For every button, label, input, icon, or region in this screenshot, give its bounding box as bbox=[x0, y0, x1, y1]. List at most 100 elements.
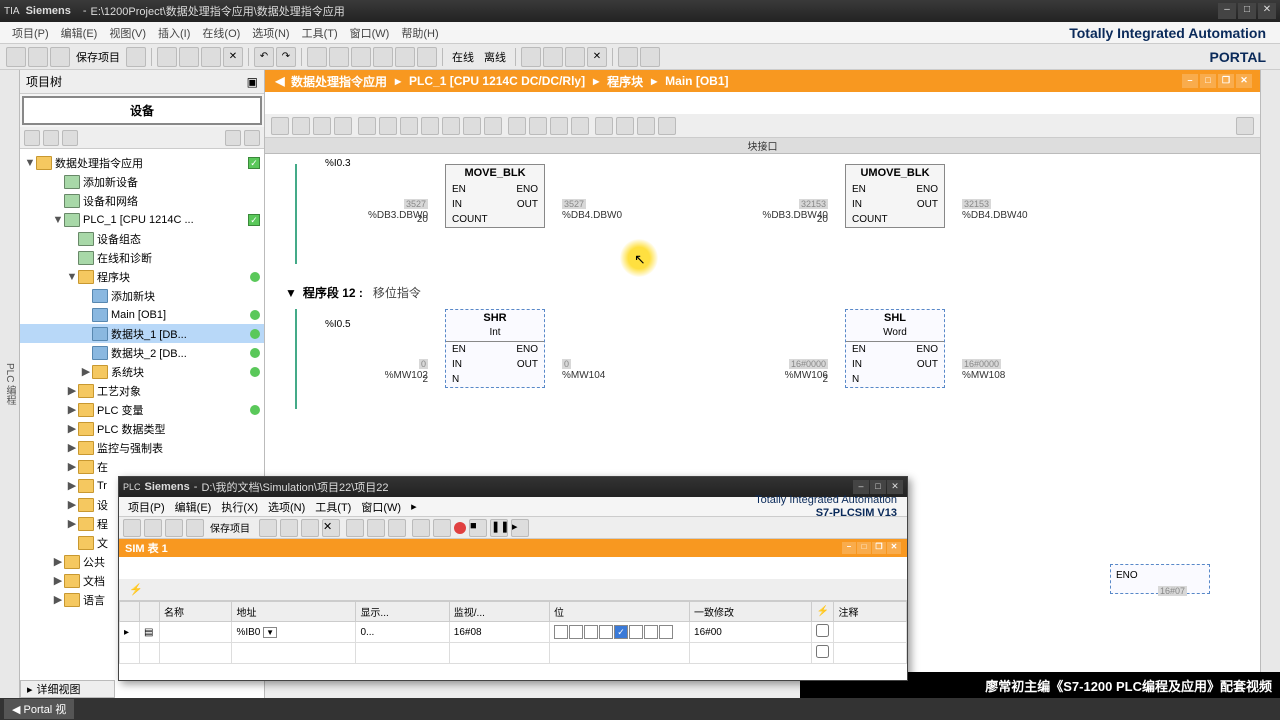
tree-item[interactable]: Main [OB1] bbox=[20, 305, 264, 324]
tree-item[interactable]: 设备和网络 bbox=[20, 191, 264, 210]
bit-toggle[interactable] bbox=[614, 625, 628, 639]
sim-tb-1[interactable] bbox=[123, 519, 141, 537]
online-label[interactable]: 在线 bbox=[448, 49, 478, 65]
bit-toggle[interactable] bbox=[554, 625, 568, 639]
download-button[interactable] bbox=[307, 47, 327, 67]
ed-tb-13[interactable] bbox=[529, 117, 547, 135]
sim-menu-more[interactable]: ▸ bbox=[406, 500, 422, 513]
menu-project[interactable]: 项目(P) bbox=[6, 25, 55, 41]
tree-tb-2[interactable] bbox=[43, 130, 59, 146]
ed-tb-6[interactable] bbox=[379, 117, 397, 135]
portal-switch[interactable]: ◀ Portal 视 bbox=[4, 699, 74, 719]
sim-tb-step[interactable]: ▸ bbox=[511, 519, 529, 537]
sim-tab-max[interactable]: □ bbox=[857, 542, 871, 554]
editor-maximize[interactable]: □ bbox=[1200, 74, 1216, 88]
minimize-button[interactable]: – bbox=[1218, 3, 1236, 19]
sim-tb-5[interactable] bbox=[346, 519, 364, 537]
maximize-button[interactable]: □ bbox=[1238, 3, 1256, 19]
tb-btn-10[interactable] bbox=[640, 47, 660, 67]
sim-tb-cut[interactable] bbox=[259, 519, 277, 537]
tree-tb-5[interactable] bbox=[244, 130, 260, 146]
sim-minimize[interactable]: – bbox=[853, 480, 869, 494]
block-move-blk[interactable]: MOVE_BLK ENENO 3527%DB3.DBW0 INOUT 3527%… bbox=[445, 164, 545, 228]
tree-item[interactable]: 添加新设备 bbox=[20, 172, 264, 191]
tree-item[interactable]: 添加新块 bbox=[20, 286, 264, 305]
sim-tab-rest[interactable]: ❐ bbox=[872, 542, 886, 554]
bit-toggle[interactable] bbox=[644, 625, 658, 639]
sim-tb-stop[interactable]: ■ bbox=[469, 519, 487, 537]
ed-tb-7[interactable] bbox=[400, 117, 418, 135]
tree-item[interactable]: ▼程序块 bbox=[20, 267, 264, 286]
ed-tb-15[interactable] bbox=[571, 117, 589, 135]
tree-tb-4[interactable] bbox=[225, 130, 241, 146]
save-button[interactable] bbox=[50, 47, 70, 67]
bit-toggle[interactable] bbox=[599, 625, 613, 639]
ed-tb-10[interactable] bbox=[463, 117, 481, 135]
tb-btn-6[interactable] bbox=[543, 47, 563, 67]
tb-btn-8[interactable]: ✕ bbox=[587, 47, 607, 67]
ed-tb-12[interactable] bbox=[508, 117, 526, 135]
tree-item[interactable]: 数据块_2 [DB... bbox=[20, 343, 264, 362]
menu-online[interactable]: 在线(O) bbox=[196, 25, 246, 41]
tb-btn-7[interactable] bbox=[565, 47, 585, 67]
ed-tb-16[interactable] bbox=[595, 117, 613, 135]
ed-tb-8[interactable] bbox=[421, 117, 439, 135]
ed-tb-14[interactable] bbox=[550, 117, 568, 135]
tb-btn-2[interactable] bbox=[373, 47, 393, 67]
menu-view[interactable]: 视图(V) bbox=[103, 25, 152, 41]
sim-menu-exec[interactable]: 执行(X) bbox=[216, 499, 263, 515]
block-interface-header[interactable]: 块接口 bbox=[265, 138, 1260, 154]
sim-maximize[interactable]: □ bbox=[870, 480, 886, 494]
tree-tb-3[interactable] bbox=[62, 130, 78, 146]
cut-button[interactable] bbox=[157, 47, 177, 67]
menu-insert[interactable]: 插入(I) bbox=[152, 25, 196, 41]
plcsim-window[interactable]: PLC Siemens - D:\我的文档\Simulation\项目22\项目… bbox=[118, 476, 908, 681]
block-umove-blk[interactable]: UMOVE_BLK ENENO 32153%DB3.DBW40 INOUT 32… bbox=[845, 164, 945, 228]
upload-button[interactable] bbox=[329, 47, 349, 67]
print-button[interactable] bbox=[126, 47, 146, 67]
editor-restore[interactable]: ❐ bbox=[1218, 74, 1234, 88]
sim-menu-tools[interactable]: 工具(T) bbox=[310, 499, 356, 515]
left-vertical-tab[interactable]: PLC 编程 bbox=[0, 70, 20, 698]
tree-item[interactable]: ▶PLC 变量 bbox=[20, 400, 264, 419]
undo-button[interactable]: ↶ bbox=[254, 47, 274, 67]
block-shl[interactable]: SHL Word ENENO 16#0000%MW106 INOUT 16#00… bbox=[845, 309, 945, 388]
network-expander[interactable]: ▼ bbox=[285, 286, 297, 300]
sim-tb-4[interactable] bbox=[186, 519, 204, 537]
tree-item[interactable]: ▶工艺对象 bbox=[20, 381, 264, 400]
bit-toggle-row[interactable] bbox=[554, 625, 685, 639]
modify-checkbox-2[interactable] bbox=[816, 645, 829, 658]
redo-button[interactable]: ↷ bbox=[276, 47, 296, 67]
tb-btn-1[interactable] bbox=[351, 47, 371, 67]
breadcrumb-back[interactable]: ◀ bbox=[273, 74, 287, 88]
collapse-icon[interactable]: ▣ bbox=[247, 75, 258, 89]
new-project-button[interactable] bbox=[6, 47, 26, 67]
tb-btn-5[interactable] bbox=[521, 47, 541, 67]
sim-tb-7[interactable] bbox=[388, 519, 406, 537]
sim-tb-paste[interactable] bbox=[301, 519, 319, 537]
paste-button[interactable] bbox=[201, 47, 221, 67]
tb-btn-4[interactable] bbox=[417, 47, 437, 67]
sim-tb-8[interactable] bbox=[412, 519, 430, 537]
sim-tb2-3[interactable]: ⚡ bbox=[129, 583, 143, 596]
tree-tb-1[interactable] bbox=[24, 130, 40, 146]
editor-close[interactable]: ✕ bbox=[1236, 74, 1252, 88]
sim-tb-copy[interactable] bbox=[280, 519, 298, 537]
right-vertical-tabs[interactable] bbox=[1260, 70, 1280, 698]
sim-tb-2[interactable] bbox=[144, 519, 162, 537]
bit-toggle[interactable] bbox=[659, 625, 673, 639]
sim-tb-3[interactable] bbox=[165, 519, 183, 537]
sim-table[interactable]: 名称 地址 显示... 监视/... 位 一致修改 ⚡ 注释 ▸ ▤ %IB0 … bbox=[119, 601, 907, 664]
menu-edit[interactable]: 编辑(E) bbox=[55, 25, 104, 41]
copy-button[interactable] bbox=[179, 47, 199, 67]
block-shr[interactable]: SHR Int ENENO 0%MW102 INOUT 0%MW104 2 N bbox=[445, 309, 545, 388]
sim-tb-6[interactable] bbox=[367, 519, 385, 537]
sim-tab-min[interactable]: – bbox=[842, 542, 856, 554]
bit-toggle[interactable] bbox=[584, 625, 598, 639]
menu-tools[interactable]: 工具(T) bbox=[296, 25, 344, 41]
ed-tb-5[interactable] bbox=[358, 117, 376, 135]
sim-tb-pause[interactable]: ❚❚ bbox=[490, 519, 508, 537]
menu-window[interactable]: 窗口(W) bbox=[344, 25, 396, 41]
ed-tb-4[interactable] bbox=[334, 117, 352, 135]
close-button[interactable]: ✕ bbox=[1258, 3, 1276, 19]
